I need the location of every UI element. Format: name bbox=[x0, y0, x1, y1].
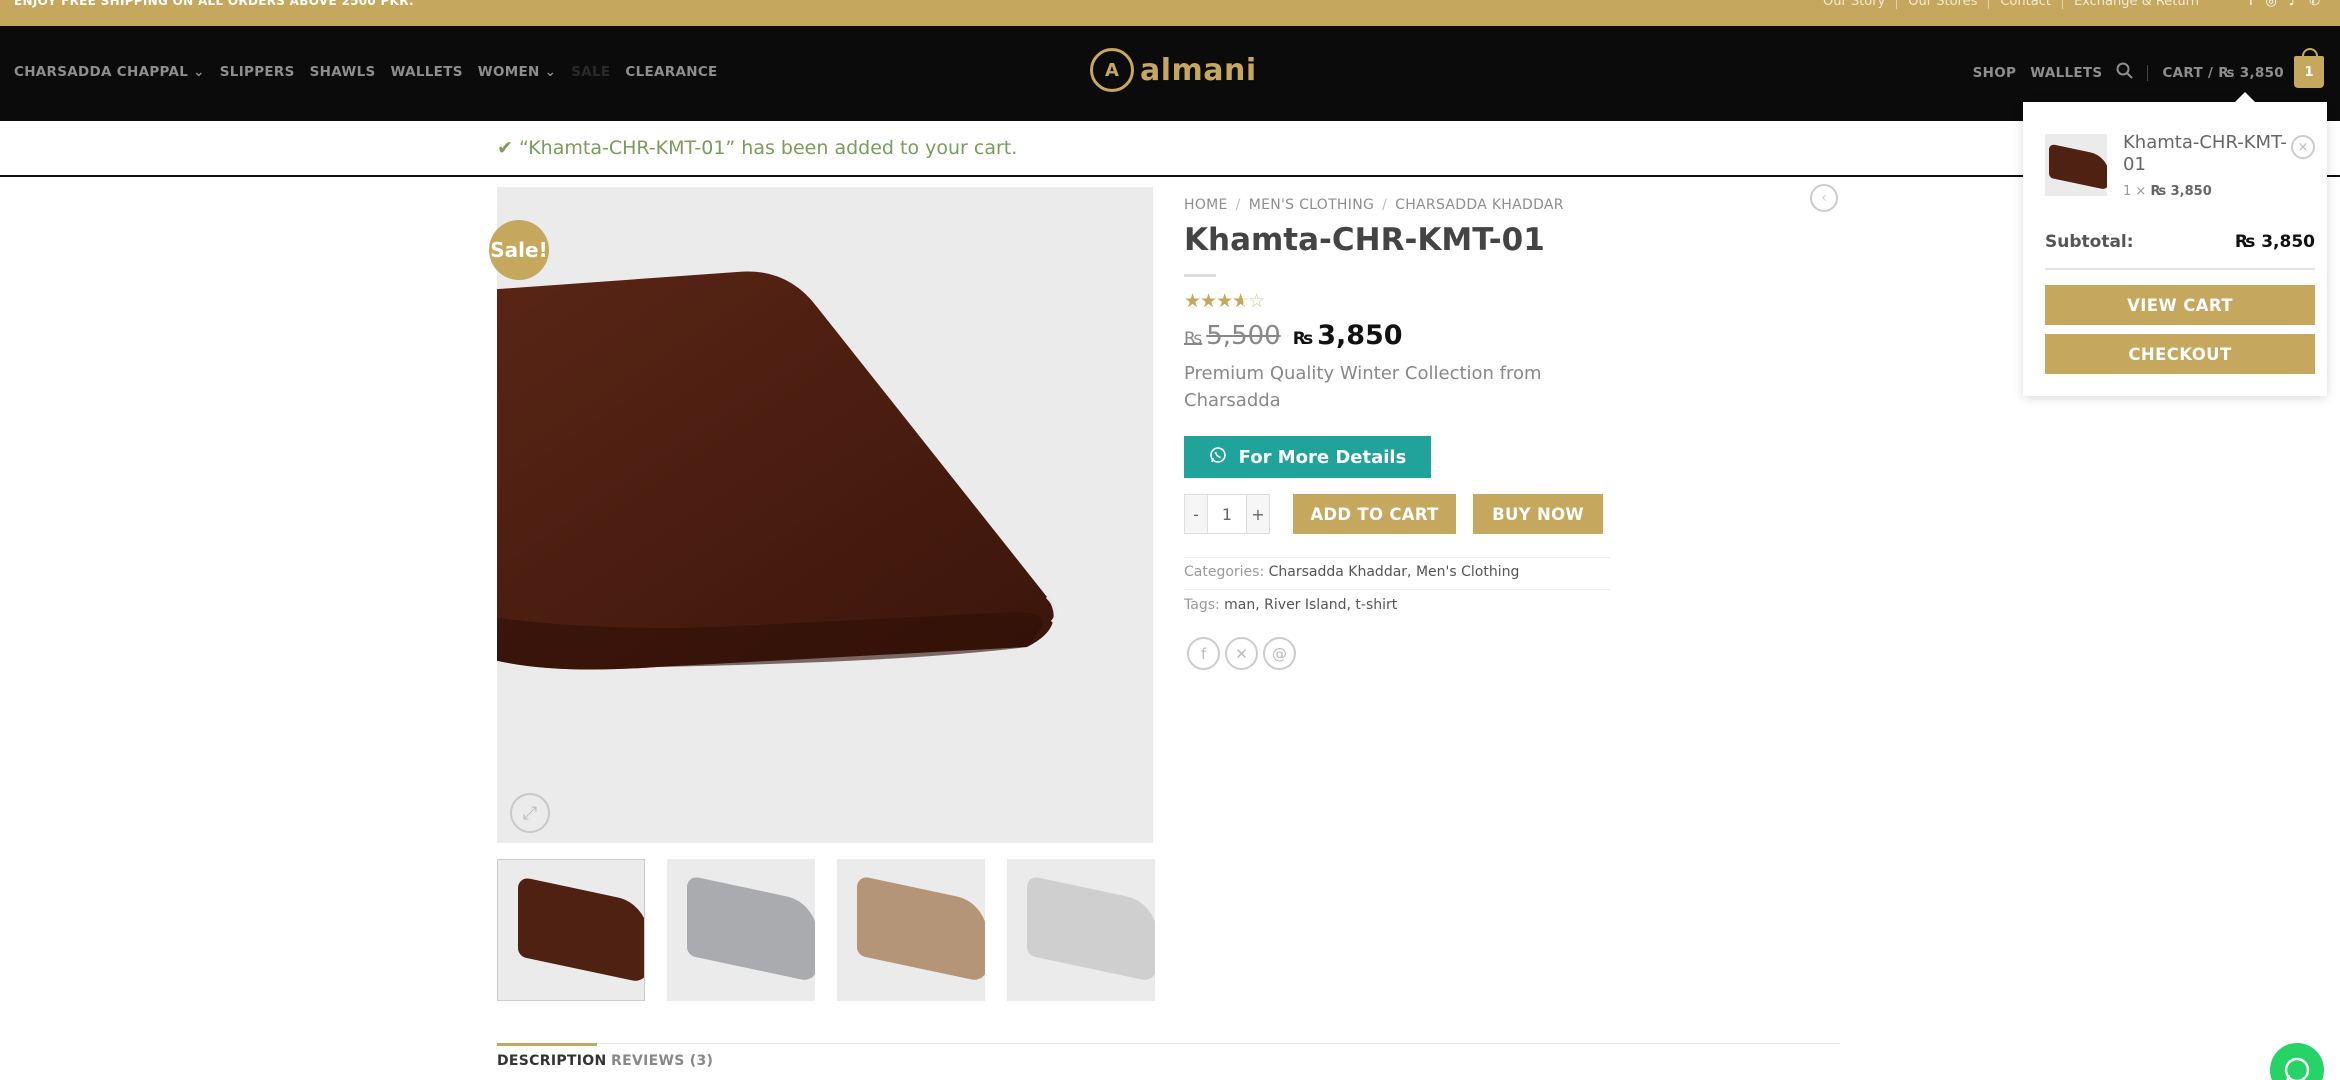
product-title: Khamta-CHR-KMT-01 bbox=[1184, 222, 1545, 258]
mini-cart-item-thumbnail[interactable] bbox=[2045, 134, 2107, 196]
breadcrumb-separator: / bbox=[1235, 197, 1241, 213]
top-bar: ENJOY FREE SHIPPING ON ALL ORDERS ABOVE … bbox=[0, 0, 2340, 26]
logo-mark-icon: A bbox=[1090, 48, 1134, 92]
nav-item-shop[interactable]: SHOP bbox=[1973, 65, 2017, 81]
phone-icon[interactable]: ✆ bbox=[2309, 0, 2320, 9]
product-tags: Tags: man, River Island, t-shirt bbox=[1184, 597, 1397, 613]
whatsapp-details-button[interactable]: For More Details bbox=[1184, 436, 1431, 478]
top-link-our-story[interactable]: Our Story bbox=[1812, 0, 1896, 9]
threads-share-icon[interactable]: @ bbox=[1263, 637, 1296, 670]
top-links: Our Story Our Stores Contact Exchange & … bbox=[1812, 0, 2210, 9]
mini-cart-item-quantity: 1 × ₨ 3,850 bbox=[2123, 184, 2212, 199]
facebook-icon[interactable]: f bbox=[2249, 0, 2254, 9]
thumbnail-strip bbox=[497, 859, 1155, 1001]
site-header: CHARSADDA CHAPPAL ⌄ SLIPPERS SHAWLS WALL… bbox=[0, 26, 2340, 121]
nav-item-wallets[interactable]: WALLETS bbox=[391, 64, 463, 80]
tab-reviews[interactable]: REVIEWS (3) bbox=[611, 1053, 713, 1069]
sale-badge: Sale! bbox=[489, 220, 549, 280]
mini-cart-dropdown: Khamta-CHR-KMT-01 × 1 × ₨ 3,850 Subtotal… bbox=[2023, 92, 2327, 396]
thumbnail-grey[interactable] bbox=[667, 859, 815, 1001]
view-cart-button[interactable]: VIEW CART bbox=[2045, 285, 2315, 325]
whatsapp-chat-icon[interactable] bbox=[2270, 1043, 2324, 1080]
subtotal-label: Subtotal: bbox=[2045, 232, 2134, 252]
nav-item-women[interactable]: WOMEN ⌄ bbox=[478, 64, 556, 80]
short-description: Premium Quality Winter Collection from C… bbox=[1184, 363, 1542, 411]
nav-item-charsadda-chappal[interactable]: CHARSADDA CHAPPAL ⌄ bbox=[14, 64, 205, 80]
mini-cart-subtotal: Subtotal: ₨ 3,850 bbox=[2045, 232, 2315, 252]
top-link-our-stores[interactable]: Our Stores bbox=[1896, 0, 1988, 9]
tags-label: Tags: bbox=[1184, 597, 1220, 613]
chevron-down-icon: ⌄ bbox=[544, 64, 557, 80]
added-to-cart-notice: ✔ “Khamta-CHR-KMT-01” has been added to … bbox=[0, 121, 2340, 177]
thumbnail-brown[interactable] bbox=[497, 859, 645, 1001]
chevron-down-icon: ⌄ bbox=[193, 64, 205, 80]
facebook-share-icon[interactable]: f bbox=[1187, 637, 1220, 670]
instagram-icon[interactable]: ◎ bbox=[2265, 0, 2276, 9]
nav-item-slippers[interactable]: SLIPPERS bbox=[220, 64, 295, 80]
mini-cart-item-price: ₨ 3,850 bbox=[2150, 184, 2212, 199]
notice-message: ✔ “Khamta-CHR-KMT-01” has been added to … bbox=[497, 137, 1017, 159]
mini-cart-item-name[interactable]: Khamta-CHR-KMT-01 bbox=[2123, 132, 2293, 176]
shipping-promo: ENJOY FREE SHIPPING ON ALL ORDERS ABOVE … bbox=[14, 0, 414, 8]
breadcrumb-home[interactable]: HOME bbox=[1184, 197, 1228, 213]
tab-description[interactable]: DESCRIPTION bbox=[497, 1043, 606, 1069]
remove-item-icon[interactable]: × bbox=[2291, 135, 2315, 159]
meta-divider bbox=[1184, 557, 1610, 558]
nav-item-wallets-right[interactable]: WALLETS bbox=[2030, 65, 2102, 81]
tabs-divider bbox=[497, 1043, 1840, 1044]
categories-label: Categories: bbox=[1184, 564, 1265, 580]
whatsapp-icon bbox=[1209, 446, 1227, 469]
buy-now-button[interactable]: BUY NOW bbox=[1473, 494, 1603, 534]
breadcrumb-mens-clothing[interactable]: MEN'S CLOTHING bbox=[1249, 197, 1374, 213]
title-divider bbox=[1184, 274, 1216, 277]
breadcrumb: HOME / MEN'S CLOTHING / CHARSADDA KHADDA… bbox=[1184, 197, 1564, 213]
search-icon[interactable] bbox=[2116, 62, 2134, 83]
social-icons: f ◎ ♪ ✆ bbox=[2249, 0, 2320, 9]
cart-link[interactable]: CART / ₨ 3,850 bbox=[2162, 65, 2284, 81]
original-price: ₨ 5,500 bbox=[1184, 321, 1281, 351]
share-icons: f ✕ @ bbox=[1187, 637, 1296, 670]
previous-product-icon[interactable]: ‹ bbox=[1810, 184, 1838, 212]
quantity-input[interactable]: 1 bbox=[1207, 495, 1247, 533]
mini-cart-qty-text: 1 × bbox=[2123, 184, 2147, 199]
header-right-nav: SHOP WALLETS CART / ₨ 3,850 bbox=[1973, 62, 2284, 83]
top-link-contact[interactable]: Contact bbox=[1988, 0, 2062, 9]
cart-count-badge[interactable]: 1 bbox=[2294, 48, 2324, 88]
nav-item-sale[interactable]: SALE bbox=[571, 64, 610, 80]
whatsapp-button-label: For More Details bbox=[1238, 446, 1407, 468]
price-block: ₨ 5,500 ₨ 3,850 bbox=[1184, 320, 1403, 351]
tiktok-icon[interactable]: ♪ bbox=[2289, 0, 2297, 9]
categories-links[interactable]: Charsadda Khaddar, Men's Clothing bbox=[1269, 564, 1520, 580]
nav-item-shawls[interactable]: SHAWLS bbox=[310, 64, 376, 80]
sale-price: ₨ 3,850 bbox=[1292, 320, 1403, 351]
checkmark-icon: ✔ bbox=[497, 137, 513, 159]
notice-text: “Khamta-CHR-KMT-01” has been added to yo… bbox=[518, 137, 1018, 159]
quantity-decrease-button[interactable]: - bbox=[1185, 495, 1207, 533]
nav-item-clearance[interactable]: CLEARANCE bbox=[625, 64, 717, 80]
mini-cart-divider bbox=[2045, 268, 2315, 270]
tags-links[interactable]: man, River Island, t-shirt bbox=[1224, 597, 1397, 613]
thumbnail-beige[interactable] bbox=[837, 859, 985, 1001]
quantity-stepper: - 1 + bbox=[1184, 494, 1270, 534]
folded-cloth-image bbox=[497, 271, 1058, 670]
thumbnail-light-grey[interactable] bbox=[1007, 859, 1155, 1001]
breadcrumb-charsadda-khaddar[interactable]: CHARSADDA KHADDAR bbox=[1395, 197, 1564, 213]
main-product-image[interactable] bbox=[497, 187, 1153, 843]
zoom-expand-icon[interactable]: ⤢ bbox=[510, 793, 550, 833]
star-rating[interactable]: ★★★☆ ★ ☆ bbox=[1184, 290, 1265, 312]
site-logo[interactable]: A almani bbox=[1090, 48, 1257, 92]
product-categories: Categories: Charsadda Khaddar, Men's Clo… bbox=[1184, 564, 1519, 580]
subtotal-value: ₨ 3,850 bbox=[2234, 232, 2315, 252]
logo-text: almani bbox=[1140, 52, 1257, 88]
main-nav: CHARSADDA CHAPPAL ⌄ SLIPPERS SHAWLS WALL… bbox=[14, 64, 718, 80]
add-to-cart-button[interactable]: ADD TO CART bbox=[1293, 494, 1456, 534]
top-link-exchange-return[interactable]: Exchange & Return bbox=[2061, 0, 2210, 9]
breadcrumb-separator: / bbox=[1382, 197, 1388, 213]
checkout-button[interactable]: CHECKOUT bbox=[2045, 334, 2315, 374]
divider bbox=[2147, 64, 2149, 81]
x-share-icon[interactable]: ✕ bbox=[1225, 637, 1258, 670]
quantity-increase-button[interactable]: + bbox=[1247, 495, 1269, 533]
meta-divider bbox=[1184, 589, 1610, 590]
